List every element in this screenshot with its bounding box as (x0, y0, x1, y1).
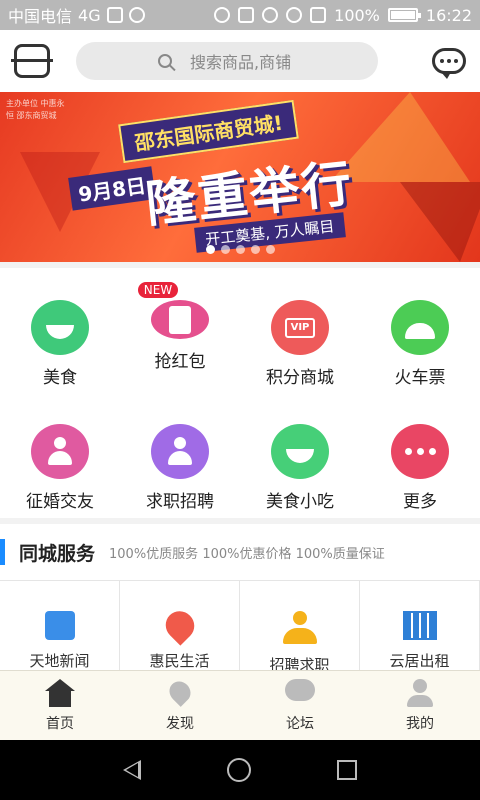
system-navigation-bar (0, 740, 480, 800)
bowl-icon (271, 424, 329, 479)
service-item[interactable]: 云居出租 (360, 581, 480, 671)
tab-home[interactable]: 首页 (0, 671, 120, 740)
location-heart-icon (159, 605, 200, 646)
top-header: 搜索商品,商铺 (0, 30, 480, 92)
back-icon[interactable] (123, 760, 141, 780)
vibrate-icon (238, 7, 255, 23)
category-label: 征婚交友 (26, 492, 94, 512)
alarm-icon (262, 7, 279, 23)
signal-icon (310, 7, 327, 23)
category-label: 火车票 (394, 368, 446, 388)
news-icon (44, 611, 75, 640)
vip-card-icon: VIP (271, 300, 329, 355)
bowl-icon (31, 300, 89, 355)
wifi-icon (286, 7, 303, 23)
image-notification-icon (106, 7, 123, 23)
carousel-dot[interactable] (235, 245, 245, 254)
tab-label: 我的 (406, 715, 434, 732)
category-item[interactable]: 抢红包 NEW (120, 268, 240, 388)
banner-side-text: 主办单位 中惠永恒 邵东商贸城 (6, 99, 65, 120)
train-icon (391, 300, 449, 355)
battery-icon (387, 8, 421, 22)
carrier-label: 中国电信 (8, 7, 73, 26)
section-accent-bar (0, 539, 5, 565)
person-icon (151, 424, 209, 479)
discover-icon (165, 676, 195, 707)
promo-banner[interactable]: 主办单位 中惠永恒 邵东商贸城 邵东国际商贸城! 9月8日 隆重举行 开工奠基,… (0, 92, 480, 262)
search-icon (158, 54, 172, 68)
category-label: 积分商城 (266, 368, 334, 388)
app-notification-icon (128, 7, 145, 23)
profile-icon (405, 678, 435, 707)
new-badge: NEW (137, 282, 179, 298)
carousel-dot[interactable] (205, 245, 215, 254)
category-label: 求职招聘 (146, 492, 214, 512)
person-icon (282, 611, 317, 644)
service-section-header: 同城服务 100%优质服务 100%优惠价格 100%质量保证 (0, 524, 480, 580)
category-item[interactable]: 美食 (0, 268, 120, 388)
category-item[interactable]: 求职招聘 (120, 392, 240, 512)
network-label: 4G (78, 5, 101, 25)
service-label: 云居出租 (389, 652, 450, 670)
tab-profile[interactable]: 我的 (360, 671, 480, 740)
carousel-dot[interactable] (220, 245, 230, 254)
battery-percent: 100% (334, 5, 380, 25)
home-icon (45, 678, 75, 707)
service-label: 天地新闻 (29, 652, 90, 670)
headset-icon (214, 7, 231, 23)
service-item[interactable]: 惠民生活 (120, 581, 240, 671)
category-label: 美食小吃 (266, 492, 334, 512)
category-item[interactable]: 火车票 (360, 268, 480, 388)
category-item[interactable]: 征婚交友 (0, 392, 120, 512)
woman-icon (31, 424, 89, 479)
recent-apps-icon[interactable] (337, 760, 357, 780)
clock: 16:22 (425, 5, 472, 25)
building-icon (402, 611, 437, 640)
more-icon (391, 424, 449, 479)
carousel-dot[interactable] (250, 245, 260, 254)
category-label: 美食 (43, 368, 77, 388)
category-item[interactable]: VIP 积分商城 (240, 268, 360, 388)
service-item[interactable]: 天地新闻 (0, 581, 120, 671)
tab-discover[interactable]: 发现 (120, 671, 240, 740)
service-item[interactable]: 招聘求职 (240, 581, 360, 674)
carousel-indicator[interactable] (0, 245, 480, 254)
red-envelope-icon (151, 300, 209, 339)
message-icon[interactable] (432, 48, 466, 79)
section-title: 同城服务 (19, 542, 96, 565)
tab-label: 论坛 (286, 715, 314, 732)
tab-label: 首页 (46, 715, 74, 732)
carousel-dot[interactable] (265, 245, 275, 254)
tab-label: 发现 (166, 715, 194, 732)
search-placeholder: 搜索商品,商铺 (190, 53, 292, 72)
category-item[interactable]: 更多 (360, 392, 480, 512)
service-list: 天地新闻 惠民生活 招聘求职云居出租 (0, 580, 480, 674)
scan-icon[interactable] (11, 44, 53, 78)
tab-forum[interactable]: 论坛 (240, 671, 360, 740)
search-input[interactable]: 搜索商品,商铺 (76, 42, 378, 80)
category-grid: 美食 抢红包 NEW VIP 积分商城 火车票征婚交友 求职招聘 美食小吃 更多 (0, 268, 480, 518)
section-description: 100%优质服务 100%优惠价格 100%质量保证 (109, 546, 385, 562)
status-bar: 中国电信 4G 100% 16:22 (0, 0, 480, 30)
category-label: 抢红包 (154, 352, 206, 372)
category-label: 更多 (403, 492, 437, 512)
service-label: 惠民生活 (149, 652, 210, 670)
category-item[interactable]: 美食小吃 (240, 392, 360, 512)
bottom-tab-bar: 首页 发现 论坛 我的 (0, 670, 480, 740)
home-circle-icon[interactable] (227, 758, 251, 782)
forum-icon (285, 678, 315, 707)
